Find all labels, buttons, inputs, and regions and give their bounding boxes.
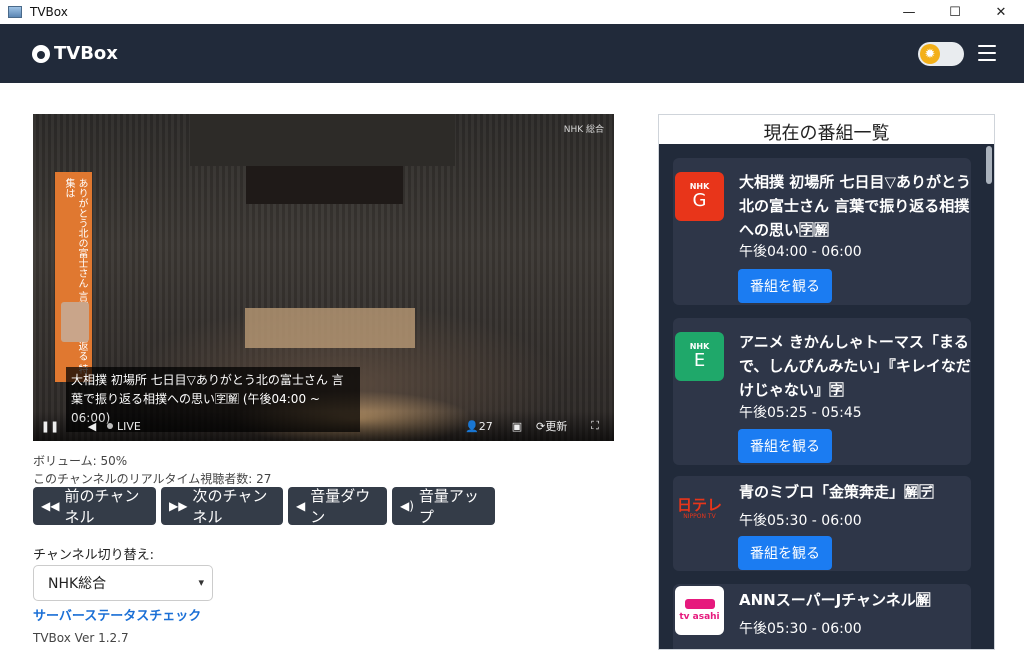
volume-icon[interactable]: ◀	[85, 417, 99, 435]
program-card: tv asahi ANNスーパーJチャンネル🈖 午後05:30 - 06:00	[673, 584, 971, 649]
volume-down-button[interactable]: ◀ 音量ダウン	[288, 487, 387, 526]
refresh-button[interactable]: ⟳ 更新	[536, 417, 567, 435]
watch-button[interactable]: 番組を観る	[738, 536, 832, 570]
volume-up-icon: ◀)	[400, 499, 414, 513]
scrollbar[interactable]	[985, 144, 993, 649]
program-time: 午後05:30 - 06:00	[739, 621, 862, 637]
volume-down-icon: ◀	[296, 499, 306, 513]
brand-link[interactable]: TVBox	[32, 43, 118, 64]
program-banner: ありがとう北の富士さん 言葉で振り返る 特集は	[55, 172, 92, 382]
minimize-button[interactable]: —	[886, 0, 932, 24]
channel-select[interactable]: NHK総合 ▾	[33, 565, 213, 601]
program-time: 午後04:00 - 06:00	[739, 244, 862, 260]
window-titlebar: TVBox — ☐ ✕	[0, 0, 1024, 24]
program-title: アニメ きかんしゃトーマス「まるで、しんぴんみたい」『キレイなだけじゃない』🈑	[739, 333, 971, 399]
program-card: 日テレ NIPPON TV 青のミブロ「金策奔走」🈖🈓 午後05:30 - 06…	[673, 476, 971, 571]
server-status-link[interactable]: サーバーステータスチェック	[33, 605, 201, 624]
app-icon	[8, 6, 22, 18]
version-text: TVBox Ver 1.2.7	[33, 631, 129, 645]
program-title: 大相撲 初場所 七日目▽ありがとう北の富士さん 言葉で振り返る相撲への思い🈑🈖	[739, 173, 971, 239]
fullscreen-icon[interactable]: ⛶	[588, 417, 602, 435]
player-controls: ❚❚ ◀ LIVE 👤 27 ▣ ⟳ 更新 ⛶	[33, 411, 614, 441]
volume-up-button[interactable]: ◀) 音量アップ	[392, 487, 495, 526]
channel-watermark: NHK 総合	[563, 125, 604, 135]
hamburger-icon[interactable]	[978, 44, 996, 62]
maximize-button[interactable]: ☐	[932, 0, 978, 24]
program-list-panel: 現在の番組一覧 NHK G 大相撲 初場所 七日目▽ありがとう北の富士さん 言葉…	[658, 114, 995, 650]
ntv-logo: 日テレ NIPPON TV	[676, 495, 722, 520]
program-time: 午後05:30 - 06:00	[739, 513, 862, 529]
pause-icon[interactable]: ❚❚	[41, 417, 59, 435]
chevron-down-icon: ▾	[198, 576, 204, 589]
github-icon	[32, 44, 50, 63]
video-player[interactable]: NHK 総合 ありがとう北の富士さん 言葉で振り返る 特集は 大相撲 初場所 七…	[33, 114, 614, 441]
program-title: 青のミブロ「金策奔走」🈖🈓	[739, 483, 935, 501]
nhk-e-logo: NHK E	[675, 332, 724, 381]
portrait-image	[61, 302, 89, 342]
prev-channel-button[interactable]: ◀◀ 前のチャンネル	[33, 487, 156, 526]
navbar: TVBox ✹	[0, 24, 1024, 83]
program-list-title: 現在の番組一覧	[763, 123, 890, 144]
program-card: NHK E アニメ きかんしゃトーマス「まるで、しんぴんみたい」『キレイなだけじ…	[673, 318, 971, 465]
program-card: NHK G 大相撲 初場所 七日目▽ありがとう北の富士さん 言葉で振り返る相撲へ…	[673, 158, 971, 305]
sumo-ring	[245, 308, 415, 348]
rewind-icon: ◀◀	[41, 499, 60, 513]
sun-icon: ✹	[920, 44, 940, 64]
program-title: ANNスーパーJチャンネル🈖	[739, 591, 931, 609]
program-list[interactable]: NHK G 大相撲 初場所 七日目▽ありがとう北の富士さん 言葉で振り返る相撲へ…	[659, 144, 994, 649]
watch-button[interactable]: 番組を観る	[738, 429, 832, 463]
nhk-g-logo: NHK G	[675, 172, 724, 221]
tv-asahi-logo: tv asahi	[675, 586, 724, 635]
theme-toggle[interactable]: ✹	[918, 42, 964, 66]
pip-icon[interactable]: ▣	[509, 417, 525, 435]
close-button[interactable]: ✕	[978, 0, 1024, 24]
volume-status: ボリューム: 50%	[33, 454, 128, 468]
program-time: 午後05:25 - 05:45	[739, 405, 862, 421]
brand-name: TVBox	[54, 43, 118, 64]
watch-button[interactable]: 番組を観る	[738, 269, 832, 303]
channel-switch-label: チャンネル切り替え:	[33, 548, 154, 563]
window-title: TVBox	[30, 5, 68, 19]
viewer-count: 👤 27	[465, 419, 493, 433]
control-buttons: ◀◀ 前のチャンネル ▶▶ 次のチャンネル ◀ 音量ダウン ◀) 音量アップ	[33, 487, 495, 526]
fast-forward-icon: ▶▶	[169, 499, 188, 513]
next-channel-button[interactable]: ▶▶ 次のチャンネル	[161, 487, 283, 526]
live-indicator: LIVE	[107, 417, 141, 435]
